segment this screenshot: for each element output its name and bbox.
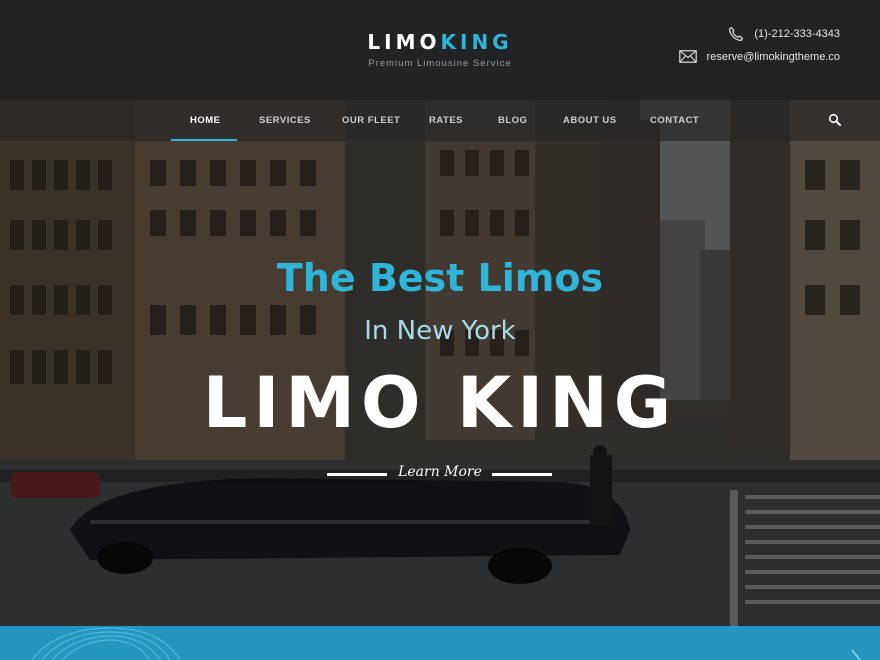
nav-item-blog[interactable]: BLOG: [498, 100, 527, 141]
hero-title: The Best Limos: [276, 256, 604, 300]
nav-item-contact[interactable]: CONTACT: [650, 100, 699, 141]
header-phone[interactable]: (1)-212-333-4343: [728, 26, 840, 42]
header-email[interactable]: reserve@limokingtheme.co: [678, 50, 840, 63]
phone-icon: [728, 26, 744, 42]
logo-word-king: KING: [440, 30, 513, 54]
nav-item-services[interactable]: SERVICES: [259, 100, 311, 141]
hero-subtitle: In New York: [364, 316, 516, 346]
learn-more-link[interactable]: Learn More: [0, 464, 880, 480]
nav-item-home[interactable]: HOME: [190, 100, 221, 141]
envelope-icon: [678, 50, 697, 63]
main-navigation: HOME SERVICES OUR FLEET RATES BLOG ABOUT…: [0, 100, 880, 141]
nav-item-about-us[interactable]: ABOUT US: [563, 100, 617, 141]
band-decoration: [31, 627, 861, 660]
phone-number: (1)-212-333-4343: [754, 28, 840, 40]
nav-item-our-fleet[interactable]: OUR FLEET: [342, 100, 400, 141]
hero-brand-heading: LIMO KING: [202, 362, 678, 444]
logo-word-limo: LIMO: [367, 30, 441, 54]
search-icon[interactable]: [828, 113, 842, 132]
nav-active-indicator: [171, 139, 237, 141]
hero-section: HOME SERVICES OUR FLEET RATES BLOG ABOUT…: [0, 100, 880, 626]
nav-item-rates[interactable]: RATES: [429, 100, 463, 141]
next-section-band: [0, 626, 880, 660]
site-header: LIMOKING Premium Limousine Service (1)-2…: [0, 0, 880, 100]
email-address: reserve@limokingtheme.co: [706, 50, 840, 63]
